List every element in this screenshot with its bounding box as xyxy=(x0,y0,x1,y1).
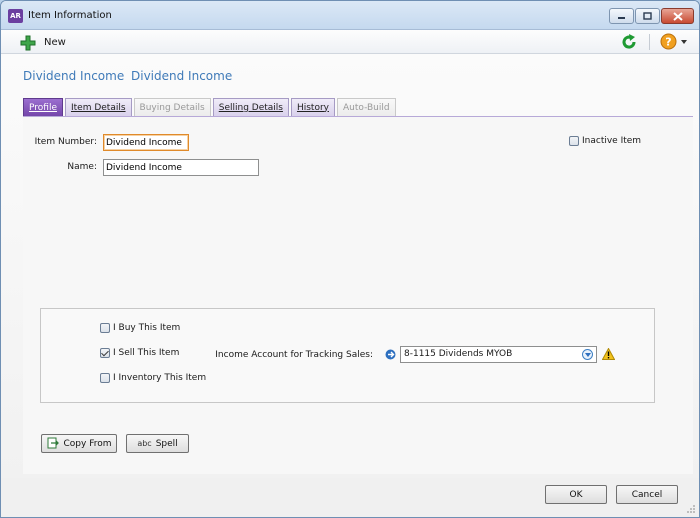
copy-from-label: Copy From xyxy=(63,438,112,449)
new-button[interactable]: New xyxy=(20,34,66,51)
spell-label: Spell xyxy=(155,438,178,449)
chevron-down-icon xyxy=(584,352,591,357)
minimize-icon xyxy=(618,17,625,19)
dialog-footer: OK Cancel xyxy=(1,478,699,517)
help-icon: ? xyxy=(660,33,677,50)
tab-auto-build: Auto-Build xyxy=(337,98,396,116)
toolbar: New ? xyxy=(1,30,699,54)
main-content: Dividend Income Dividend Income Profile … xyxy=(1,54,699,478)
item-number-input[interactable] xyxy=(103,134,189,151)
tab-history[interactable]: History xyxy=(290,98,335,116)
close-icon xyxy=(672,11,683,21)
name-input[interactable] xyxy=(103,159,259,176)
item-usage-group: I Buy This Item I Sell This Item I Inven… xyxy=(40,308,655,403)
cancel-button[interactable]: Cancel xyxy=(616,485,678,504)
income-account-label: Income Account for Tracking Sales: xyxy=(215,350,373,360)
title-bar[interactable]: AR Item Information xyxy=(1,1,699,30)
tab-selling-details[interactable]: Selling Details xyxy=(212,98,289,116)
header-item-name: Dividend Income xyxy=(131,69,233,83)
window-title: Item Information xyxy=(28,10,112,21)
sell-item-box[interactable] xyxy=(100,348,110,358)
tab-buying-details: Buying Details xyxy=(133,98,211,116)
inventory-item-checkbox[interactable]: I Inventory This Item xyxy=(100,373,206,383)
close-button[interactable] xyxy=(661,8,694,24)
sell-item-label: I Sell This Item xyxy=(113,348,180,358)
spell-button[interactable]: abc Spell xyxy=(126,434,189,453)
buy-item-label: I Buy This Item xyxy=(113,323,181,333)
income-account-select[interactable]: 8-1115 Dividends MYOB xyxy=(400,346,597,363)
refresh-button[interactable] xyxy=(620,33,638,54)
help-button[interactable]: ? xyxy=(660,33,687,50)
toolbar-separator xyxy=(649,34,650,50)
refresh-icon xyxy=(622,34,636,49)
plus-icon xyxy=(20,35,36,50)
warning-icon xyxy=(602,348,615,360)
chevron-down-icon xyxy=(681,39,687,44)
item-information-window: AR Item Information New ? Dividend Incom… xyxy=(0,0,700,518)
sell-item-checkbox[interactable]: I Sell This Item xyxy=(100,348,179,358)
income-account-value: 8-1115 Dividends MYOB xyxy=(404,349,513,359)
app-icon: AR xyxy=(8,9,23,23)
header-item-number: Dividend Income xyxy=(23,69,125,83)
tab-bar: Profile Item Details Buying Details Sell… xyxy=(23,98,398,116)
inactive-item-box[interactable] xyxy=(569,136,579,146)
ok-button[interactable]: OK xyxy=(545,485,607,504)
item-number-label: Item Number: xyxy=(34,137,97,147)
spell-check-icon: abc xyxy=(137,439,152,448)
maximize-icon xyxy=(643,12,652,20)
resize-grip-icon[interactable] xyxy=(687,505,696,514)
inactive-item-checkbox[interactable]: Inactive Item xyxy=(569,136,641,146)
name-label: Name: xyxy=(67,162,97,172)
copy-from-button[interactable]: Copy From xyxy=(41,434,117,453)
buy-item-box[interactable] xyxy=(100,323,110,333)
inactive-item-label: Inactive Item xyxy=(582,136,642,146)
dropdown-icon[interactable] xyxy=(582,349,593,360)
arrow-right-icon[interactable] xyxy=(385,349,396,360)
tab-profile[interactable]: Profile xyxy=(23,98,63,116)
minimize-button[interactable] xyxy=(609,8,634,24)
new-button-label: New xyxy=(44,37,66,48)
copy-icon xyxy=(47,437,59,449)
inventory-item-label: I Inventory This Item xyxy=(113,373,207,383)
profile-panel: Item Number: Name: Inactive Item I Buy T… xyxy=(23,116,693,474)
maximize-button[interactable] xyxy=(635,8,660,24)
tab-item-details[interactable]: Item Details xyxy=(64,98,132,116)
svg-text:?: ? xyxy=(665,36,671,49)
buy-item-checkbox[interactable]: I Buy This Item xyxy=(100,323,180,333)
inventory-item-box[interactable] xyxy=(100,373,110,383)
